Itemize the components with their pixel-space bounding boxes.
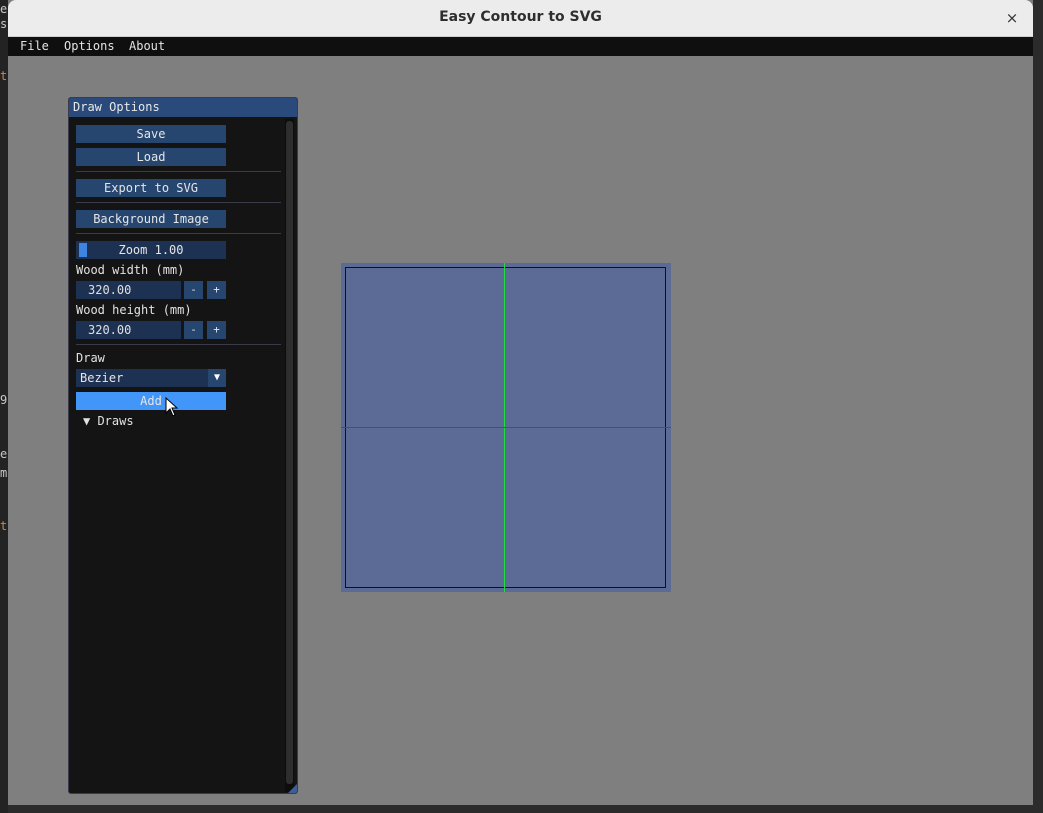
wood-height-decrement-button[interactable]: - <box>184 321 203 339</box>
window-title: Easy Contour to SVG <box>439 9 602 25</box>
menu-options[interactable]: Options <box>64 39 115 53</box>
background-char: e <box>0 447 8 461</box>
wood-width-input[interactable]: 320.00 <box>76 281 181 299</box>
x-axis-line <box>341 427 671 428</box>
title-bar[interactable]: Easy Contour to SVG × <box>8 0 1033 37</box>
draw-type-select[interactable]: Bezier ▼ <box>76 369 226 387</box>
background-char: t <box>0 69 8 83</box>
background-char: t <box>0 519 8 533</box>
background-char: s <box>0 17 8 31</box>
draw-label: Draw <box>76 351 105 365</box>
separator <box>76 202 281 203</box>
menu-file[interactable]: File <box>20 39 49 53</box>
background-terminal-strip: e s t 9 e m t <box>0 0 8 813</box>
background-image-button[interactable]: Background Image <box>76 210 226 228</box>
background-char: 9 <box>0 393 8 407</box>
save-button[interactable]: Save <box>76 125 226 143</box>
separator <box>76 233 281 234</box>
close-icon: × <box>1005 9 1019 27</box>
add-button[interactable]: Add <box>76 392 226 410</box>
wood-height-increment-button[interactable]: + <box>207 321 226 339</box>
mouse-cursor-icon <box>165 397 179 417</box>
scrollbar-thumb[interactable] <box>286 121 293 784</box>
wood-width-decrement-button[interactable]: - <box>184 281 203 299</box>
separator <box>76 344 281 345</box>
wood-height-input[interactable]: 320.00 <box>76 321 181 339</box>
zoom-slider[interactable]: Zoom 1.00 <box>76 241 226 259</box>
wood-height-label: Wood height (mm) <box>76 303 192 317</box>
background-char: e <box>0 2 8 16</box>
draw-type-value: Bezier <box>80 371 124 385</box>
load-button[interactable]: Load <box>76 148 226 166</box>
separator <box>76 171 281 172</box>
export-svg-button[interactable]: Export to SVG <box>76 179 226 197</box>
draw-options-panel: Draw Options Save Load Export to SVG Bac… <box>68 97 298 794</box>
wood-width-increment-button[interactable]: + <box>207 281 226 299</box>
drawing-canvas[interactable] <box>341 263 671 592</box>
zoom-value: Zoom 1.00 <box>118 243 184 257</box>
panel-scrollbar[interactable] <box>285 119 294 792</box>
wood-width-label: Wood width (mm) <box>76 263 185 277</box>
menu-about[interactable]: About <box>129 39 165 53</box>
menu-bar: File Options About <box>8 37 1033 56</box>
chevron-down-icon[interactable]: ▼ <box>208 369 226 387</box>
close-button[interactable]: × <box>1001 7 1023 29</box>
resize-grip-icon[interactable] <box>288 784 297 793</box>
background-char: m <box>0 466 8 480</box>
draws-tree-node[interactable]: ▼ Draws <box>83 414 134 428</box>
panel-title[interactable]: Draw Options <box>69 98 297 117</box>
app-window: Easy Contour to SVG × File Options About… <box>8 0 1033 805</box>
